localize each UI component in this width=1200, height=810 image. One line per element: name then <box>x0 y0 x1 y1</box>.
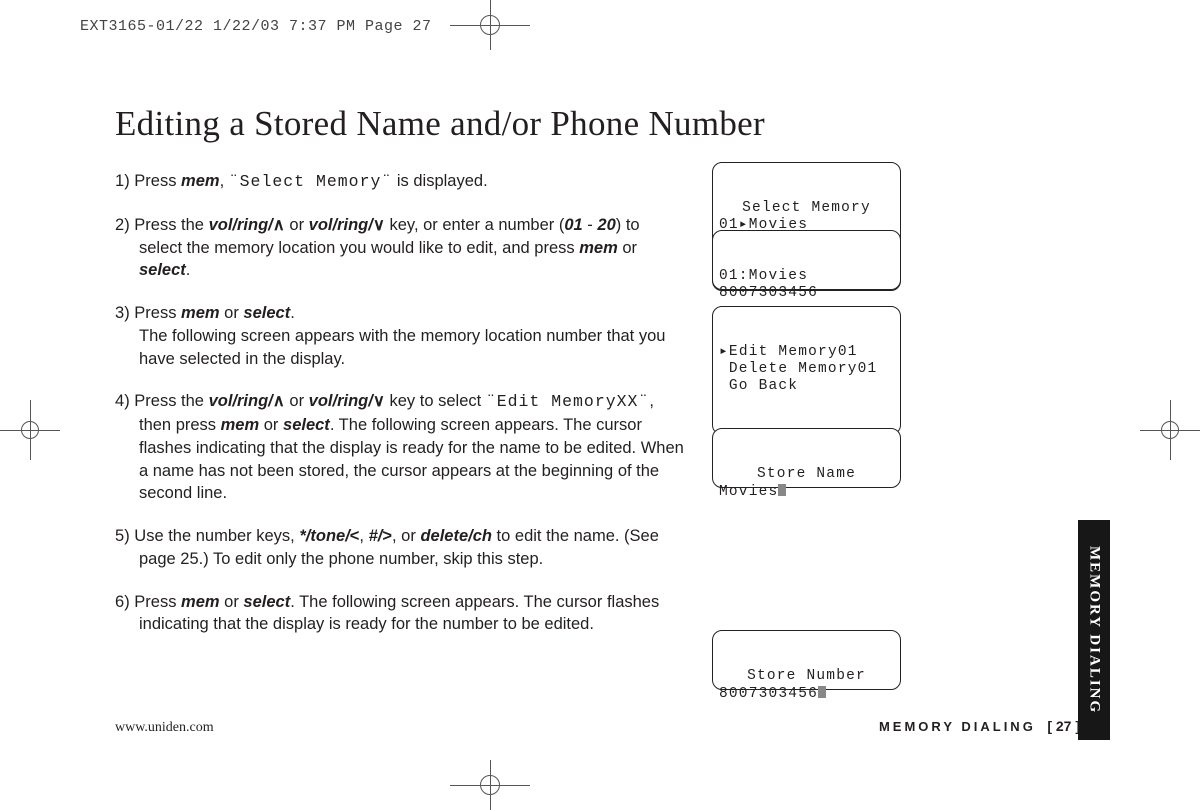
step-4: Press the vol/ring/∧ or vol/ring/∨ key t… <box>115 390 685 505</box>
step-list: Press mem, ¨Select Memory¨ is displayed.… <box>115 170 685 636</box>
crop-mark-top <box>450 0 530 50</box>
crop-mark-bottom <box>450 760 530 810</box>
footer-section: MEMORY DIALING <box>879 719 1036 734</box>
manual-page: EXT3165-01/22 1/22/03 7:37 PM Page 27 Ed… <box>0 0 1200 810</box>
footer-page-number: [ 27 ] <box>1047 718 1080 734</box>
cursor-icon <box>778 484 786 496</box>
footer-url: www.uniden.com <box>115 720 214 736</box>
step-3: Press mem or select. The following scree… <box>115 302 685 370</box>
step-1: Press mem, ¨Select Memory¨ is displayed. <box>115 170 685 194</box>
print-slug: EXT3165-01/22 1/22/03 7:37 PM Page 27 <box>80 18 432 35</box>
thumb-tab: MEMORY DIALING <box>1078 520 1110 740</box>
lcd-edit-menu: ▸Edit Memory01 Delete Memory01 Go Back <box>712 306 901 435</box>
cursor-icon <box>818 686 826 698</box>
step-6: Press mem or select. The following scree… <box>115 591 685 637</box>
crop-mark-right <box>1140 400 1200 460</box>
lcd-store-number: Store Number8007303456 <box>712 630 901 690</box>
lcd-store-name: Store NameMovies <box>712 428 901 488</box>
crop-mark-left <box>0 400 60 460</box>
lcd-entry-detail: 01:Movies8007303456 <box>712 230 901 290</box>
page-title: Editing a Stored Name and/or Phone Numbe… <box>115 104 895 144</box>
step-5: Use the number keys, */tone/<, #/>, or d… <box>115 525 685 571</box>
page-footer: www.uniden.com MEMORY DIALING [ 27 ] <box>115 718 1080 736</box>
step-2: Press the vol/ring/∧ or vol/ring/∨ key, … <box>115 214 685 282</box>
